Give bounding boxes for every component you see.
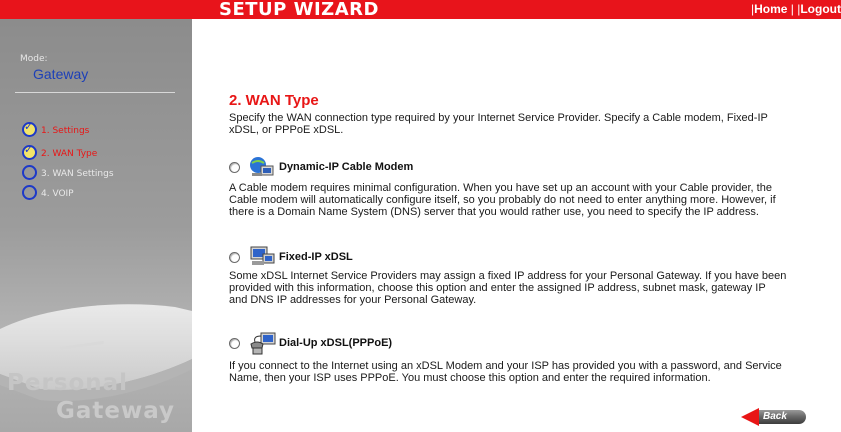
description-line: Name, then your ISP uses PPPoE. You must… bbox=[229, 372, 711, 384]
description-line: and DNS IP addresses for your Personal G… bbox=[229, 294, 477, 306]
description-line: Cable modem will automatically configure… bbox=[229, 194, 776, 206]
back-arrow-icon bbox=[741, 408, 759, 426]
checkmark-icon: ✓ bbox=[24, 120, 34, 133]
description-line: Some xDSL Internet Service Providers may… bbox=[229, 270, 787, 282]
home-link[interactable]: Home bbox=[754, 2, 787, 16]
page-heading: 2. WAN Type bbox=[229, 92, 319, 109]
radio-dialup-pppoe[interactable] bbox=[229, 338, 240, 349]
option-label[interactable]: Dial-Up xDSL(PPPoE) bbox=[279, 337, 392, 349]
top-header-bar: SETUP WIZARD |Home | |Logout bbox=[0, 0, 841, 20]
mode-value: Gateway bbox=[33, 66, 89, 82]
fixed-ip-computer-icon bbox=[250, 246, 275, 265]
description-line: If you connect to the Internet using an … bbox=[229, 360, 782, 372]
wizard-sidebar: Mode: Gateway ✓ 1. Settings ✓ 2. WAN Typ… bbox=[0, 19, 192, 432]
radio-dynamic-ip[interactable] bbox=[229, 162, 240, 173]
radio-fixed-ip[interactable] bbox=[229, 252, 240, 263]
description-line: A Cable modem requires minimal configura… bbox=[229, 182, 772, 194]
option-label[interactable]: Dynamic-IP Cable Modem bbox=[279, 161, 413, 173]
option-description: Some xDSL Internet Service Providers may… bbox=[229, 270, 819, 306]
wizard-title: SETUP WIZARD bbox=[219, 0, 379, 20]
intro-line: xDSL, or PPPoE xDSL. bbox=[229, 124, 344, 136]
step-pending-icon bbox=[22, 165, 37, 180]
option-label[interactable]: Fixed-IP xDSL bbox=[279, 251, 353, 263]
checkmark-icon: ✓ bbox=[24, 143, 34, 156]
option-description: If you connect to the Internet using an … bbox=[229, 360, 819, 384]
dialup-phone-computer-icon bbox=[250, 332, 276, 355]
brand-personal-text: Personal bbox=[7, 370, 129, 396]
mode-label: Mode: bbox=[20, 54, 48, 64]
main-content: 2. WAN Type Specify the WAN connection t… bbox=[192, 19, 841, 432]
back-button[interactable]: Back bbox=[741, 407, 807, 426]
cable-modem-icon bbox=[250, 157, 274, 176]
step-label: 4. VOIP bbox=[41, 189, 74, 199]
description-line: provided with this information, choose t… bbox=[229, 282, 766, 294]
intro-text: Specify the WAN connection type required… bbox=[229, 112, 819, 136]
step-label: 3. WAN Settings bbox=[41, 169, 114, 179]
option-description: A Cable modem requires minimal configura… bbox=[229, 182, 819, 218]
description-line: there is a Domain Name System (DNS) serv… bbox=[229, 206, 759, 218]
intro-line: Specify the WAN connection type required… bbox=[229, 112, 768, 124]
brand-gateway-text: Gateway bbox=[56, 398, 176, 424]
step-label: 1. Settings bbox=[41, 126, 90, 136]
header-links: |Home | |Logout bbox=[751, 0, 841, 19]
mode-divider bbox=[15, 92, 175, 93]
step-pending-icon bbox=[22, 185, 37, 200]
step-label: 2. WAN Type bbox=[41, 149, 98, 159]
back-button-label: Back bbox=[763, 411, 787, 422]
logout-link[interactable]: Logout bbox=[800, 2, 841, 16]
